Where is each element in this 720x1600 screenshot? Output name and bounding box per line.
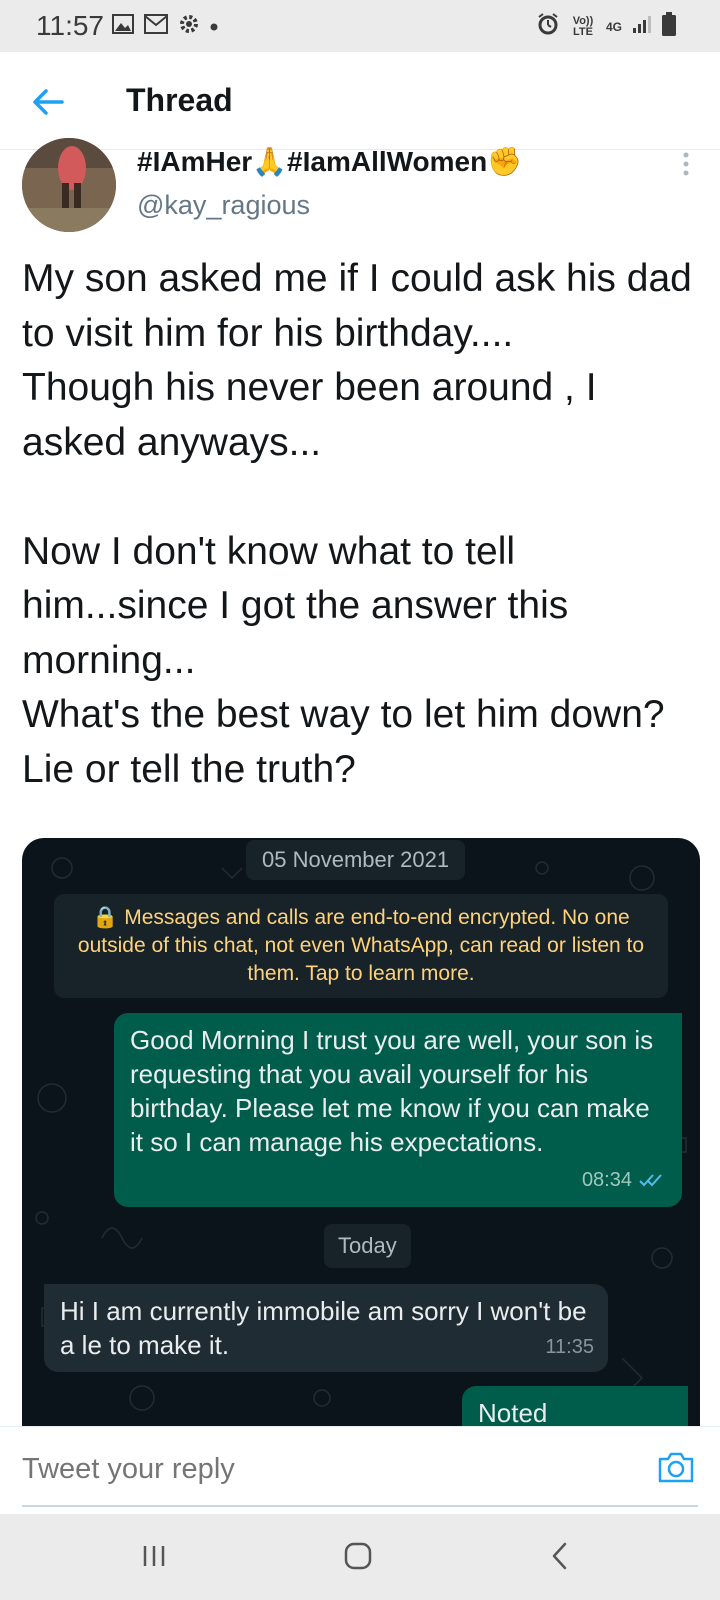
4g-icon: 4G (605, 19, 622, 34)
volte-icon: Vo)) LTE (572, 14, 594, 38)
status-bar: 11:57 Vo)) LTE 4G (0, 0, 720, 52)
home-icon (344, 1542, 372, 1570)
message-text: Good Morning I trust you are well, your … (130, 1025, 654, 1157)
nav-back-button[interactable] (540, 1536, 580, 1576)
double-check-icon (639, 1174, 662, 1187)
status-right-icons: Vo)) LTE 4G (536, 12, 676, 41)
tweet-author: #IAmHer🙏#IamAllWomen✊ @kay_ragious (0, 138, 720, 240)
image-icon (112, 14, 134, 39)
message-time: 11:35 (545, 1336, 594, 1358)
reply-input[interactable] (22, 1447, 620, 1491)
alarm-icon (536, 12, 560, 41)
battery-icon (662, 12, 676, 41)
recents-icon (143, 1546, 165, 1566)
camera-button[interactable] (656, 1447, 696, 1487)
camera-icon (658, 1452, 694, 1483)
message-meta: 08:34 (582, 1163, 666, 1197)
today-chip: Today (324, 1224, 411, 1268)
signal-icon (632, 14, 652, 39)
dot-icon (210, 18, 218, 36)
status-time: 11:57 (36, 10, 104, 41)
home-button[interactable] (338, 1536, 378, 1576)
message-text: Hi I am currently immobile am sorry I wo… (60, 1296, 587, 1360)
encryption-notice: 🔒 Messages and calls are end-to-end encr… (54, 894, 668, 998)
chat-date-chip: 05 November 2021 (246, 840, 466, 880)
avatar[interactable] (22, 138, 116, 232)
back-icon (552, 1542, 567, 1570)
back-button[interactable] (28, 82, 68, 122)
reply-bar (0, 1426, 720, 1512)
incoming-message: Hi I am currently immobile am sorry I wo… (44, 1284, 608, 1372)
recents-button[interactable] (134, 1536, 174, 1576)
thread-header: Thread (0, 52, 720, 150)
outgoing-message: Good Morning I trust you are well, your … (114, 1013, 682, 1207)
message-text: Noted (478, 1398, 548, 1426)
tweet-text: My son asked me if I could ask his dad t… (22, 257, 692, 791)
page-title: Thread (126, 82, 233, 118)
outgoing-message: Noted (462, 1386, 688, 1426)
message-time: 08:34 (581, 1169, 632, 1191)
display-name[interactable]: #IAmHer🙏#IamAllWomen✊ (137, 145, 522, 178)
user-handle[interactable]: @kay_ragious (137, 190, 310, 221)
more-vertical-icon (683, 152, 689, 176)
more-options-button[interactable] (676, 150, 696, 180)
status-left-icons (112, 13, 218, 40)
gmail-icon (144, 14, 168, 39)
reply-divider (22, 1505, 698, 1507)
system-nav-bar (0, 1514, 720, 1600)
back-arrow-icon (33, 89, 64, 115)
settings-icon (178, 13, 200, 40)
tweet-media-image[interactable]: 05 November 2021 🔒 Messages and calls ar… (22, 838, 700, 1426)
